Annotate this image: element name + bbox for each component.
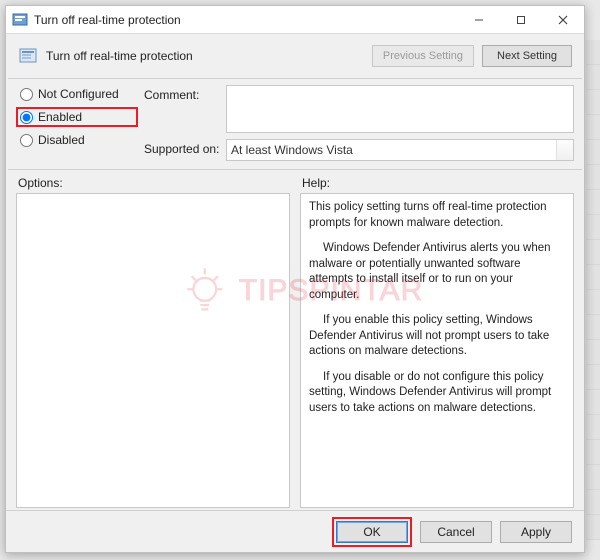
- ok-button[interactable]: OK: [336, 521, 408, 543]
- radio-disabled-input[interactable]: [20, 134, 33, 147]
- radio-disabled[interactable]: Disabled: [20, 133, 138, 147]
- dialog-footer: OK Cancel Apply: [6, 510, 584, 552]
- policy-icon: [18, 46, 38, 66]
- comment-input[interactable]: [226, 85, 574, 133]
- supported-row: Supported on: At least Windows Vista: [144, 139, 574, 161]
- window-title: Turn off real-time protection: [34, 13, 458, 27]
- help-paragraph: This policy setting turns off real-time …: [309, 200, 565, 231]
- close-button[interactable]: [542, 6, 584, 33]
- apply-button[interactable]: Apply: [500, 521, 572, 543]
- help-paragraph: Windows Defender Antivirus alerts you wh…: [309, 241, 565, 303]
- minimize-button[interactable]: [458, 6, 500, 33]
- config-row: Not Configured Enabled Disabled Comment:…: [6, 79, 584, 163]
- supported-on-value: At least Windows Vista: [231, 143, 353, 157]
- previous-setting-button[interactable]: Previous Setting: [372, 45, 474, 67]
- options-pane: Options:: [16, 176, 290, 508]
- options-label: Options:: [16, 176, 290, 190]
- help-label: Help:: [300, 176, 574, 190]
- ok-highlight: OK: [332, 517, 412, 547]
- radio-not-configured-input[interactable]: [20, 88, 33, 101]
- radio-enabled-input[interactable]: [20, 111, 33, 124]
- titlebar: Turn off real-time protection: [6, 6, 584, 34]
- app-icon: [12, 12, 28, 28]
- panes: Options: Help: This policy setting turns…: [6, 170, 584, 510]
- dialog-window: Turn off real-time protection Turn off r…: [5, 5, 585, 553]
- background-strip: [586, 40, 600, 540]
- radio-not-configured[interactable]: Not Configured: [20, 87, 138, 101]
- options-box[interactable]: [16, 193, 290, 508]
- window-controls: [458, 6, 584, 33]
- maximize-button[interactable]: [500, 6, 542, 33]
- radio-disabled-label: Disabled: [38, 133, 85, 147]
- radio-enabled[interactable]: Enabled: [20, 110, 82, 124]
- help-paragraph: If you disable or do not configure this …: [309, 370, 565, 417]
- help-box[interactable]: This policy setting turns off real-time …: [300, 193, 574, 508]
- next-setting-button[interactable]: Next Setting: [482, 45, 572, 67]
- supported-label: Supported on:: [144, 139, 220, 156]
- enabled-highlight: Enabled: [16, 107, 138, 127]
- comment-row: Comment:: [144, 85, 574, 133]
- cancel-button[interactable]: Cancel: [420, 521, 492, 543]
- help-pane: Help: This policy setting turns off real…: [300, 176, 574, 508]
- radio-enabled-label: Enabled: [38, 110, 82, 124]
- radio-not-configured-label: Not Configured: [38, 87, 119, 101]
- comment-column: Comment: Supported on: At least Windows …: [144, 85, 574, 161]
- help-paragraph: If you enable this policy setting, Windo…: [309, 313, 565, 360]
- header-row: Turn off real-time protection Previous S…: [6, 34, 584, 78]
- supported-on-field: At least Windows Vista: [226, 139, 574, 161]
- policy-title: Turn off real-time protection: [46, 49, 364, 63]
- comment-label: Comment:: [144, 85, 220, 102]
- state-radio-group: Not Configured Enabled Disabled: [20, 85, 138, 161]
